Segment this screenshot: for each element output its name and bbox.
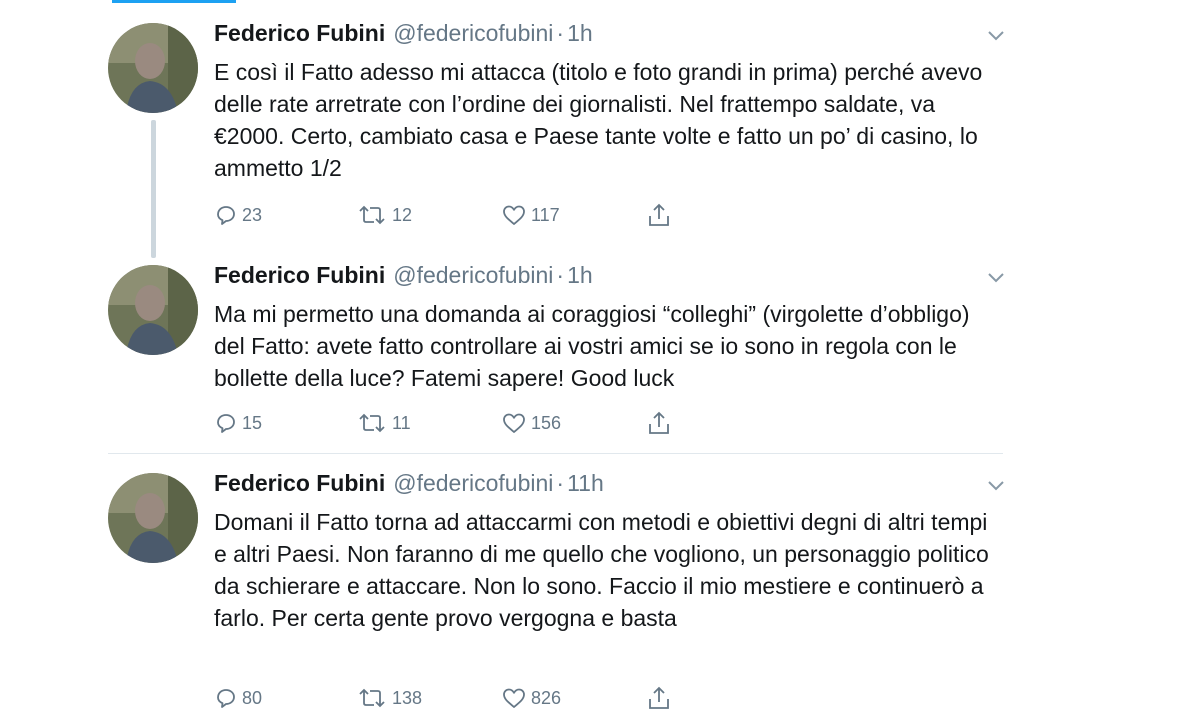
share-icon bbox=[649, 203, 669, 226]
retweet-count: 138 bbox=[392, 687, 423, 708]
tweet-actions: 15 11 156 bbox=[214, 408, 714, 438]
tweet[interactable]: Federico Fubini @federicofubini · 1h Ma … bbox=[108, 262, 1008, 442]
tweet-header: Federico Fubini @federicofubini · 1h bbox=[214, 262, 593, 294]
retweet-button[interactable]: 11 bbox=[356, 408, 411, 438]
reply-count: 80 bbox=[242, 687, 263, 708]
retweet-icon bbox=[359, 413, 385, 433]
chevron-down-icon[interactable] bbox=[986, 270, 1006, 284]
retweet-icon bbox=[359, 688, 385, 708]
tweet-text: E così il Fatto adesso mi attacca (titol… bbox=[214, 59, 983, 181]
share-icon bbox=[649, 686, 669, 709]
reply-count: 23 bbox=[242, 204, 263, 225]
like-icon bbox=[503, 205, 525, 225]
timestamp[interactable]: 11h bbox=[567, 470, 604, 497]
avatar[interactable] bbox=[108, 265, 198, 355]
reply-count: 15 bbox=[242, 412, 263, 433]
avatar[interactable] bbox=[108, 23, 198, 113]
author-handle[interactable]: @federicofubini bbox=[393, 262, 553, 289]
tweet[interactable]: Federico Fubini @federicofubini · 11h Do… bbox=[108, 470, 1008, 720]
avatar-image bbox=[108, 265, 198, 355]
retweet-button[interactable]: 138 bbox=[356, 683, 422, 713]
author-name[interactable]: Federico Fubini bbox=[214, 470, 385, 497]
like-icon bbox=[503, 413, 525, 433]
retweet-count: 11 bbox=[392, 412, 411, 433]
author-name[interactable]: Federico Fubini bbox=[214, 262, 385, 289]
author-name[interactable]: Federico Fubini bbox=[214, 20, 385, 47]
tweet-actions: 80 138 826 bbox=[214, 683, 714, 713]
retweet-icon bbox=[359, 205, 385, 225]
tweet-text: Ma mi permetto una domanda ai coraggiosi… bbox=[214, 301, 970, 391]
separator-dot: · bbox=[556, 20, 565, 46]
timeline: Federico Fubini @federicofubini · 1h E c… bbox=[0, 0, 1200, 728]
tweet-divider bbox=[108, 453, 1003, 454]
tweet[interactable]: Federico Fubini @federicofubini · 1h E c… bbox=[108, 20, 1008, 258]
avatar-image bbox=[108, 23, 198, 113]
timestamp[interactable]: 1h bbox=[567, 262, 593, 289]
thread-connector-line bbox=[151, 120, 156, 258]
share-button[interactable] bbox=[647, 408, 675, 438]
tweet-text: Domani il Fatto torna ad attaccarmi con … bbox=[214, 509, 989, 631]
retweet-button[interactable]: 12 bbox=[356, 200, 412, 230]
tweet-actions: 23 12 117 bbox=[214, 200, 714, 230]
like-button[interactable]: 826 bbox=[501, 683, 561, 713]
active-tab-indicator bbox=[112, 0, 236, 3]
reply-icon bbox=[217, 206, 235, 225]
chevron-down-icon[interactable] bbox=[986, 478, 1006, 492]
reply-button[interactable]: 23 bbox=[214, 200, 262, 230]
like-count: 156 bbox=[531, 412, 562, 433]
like-count: 117 bbox=[531, 204, 560, 225]
share-icon bbox=[649, 411, 669, 434]
share-button[interactable] bbox=[647, 683, 675, 713]
reply-button[interactable]: 15 bbox=[214, 408, 262, 438]
reply-button[interactable]: 80 bbox=[214, 683, 262, 713]
like-count: 826 bbox=[531, 687, 562, 708]
avatar[interactable] bbox=[108, 473, 198, 563]
share-button[interactable] bbox=[647, 200, 675, 230]
reply-icon bbox=[217, 414, 235, 433]
chevron-down-icon[interactable] bbox=[986, 28, 1006, 42]
like-button[interactable]: 117 bbox=[501, 200, 560, 230]
retweet-count: 12 bbox=[392, 204, 413, 225]
like-icon bbox=[503, 688, 525, 708]
separator-dot: · bbox=[556, 262, 565, 288]
tweet-header: Federico Fubini @federicofubini · 11h bbox=[214, 470, 604, 502]
author-handle[interactable]: @federicofubini bbox=[393, 470, 553, 497]
timestamp[interactable]: 1h bbox=[567, 20, 593, 47]
reply-icon bbox=[217, 689, 235, 708]
tweet-header: Federico Fubini @federicofubini · 1h bbox=[214, 20, 593, 52]
separator-dot: · bbox=[556, 470, 565, 496]
like-button[interactable]: 156 bbox=[501, 408, 561, 438]
avatar-image bbox=[108, 473, 198, 563]
author-handle[interactable]: @federicofubini bbox=[393, 20, 553, 47]
